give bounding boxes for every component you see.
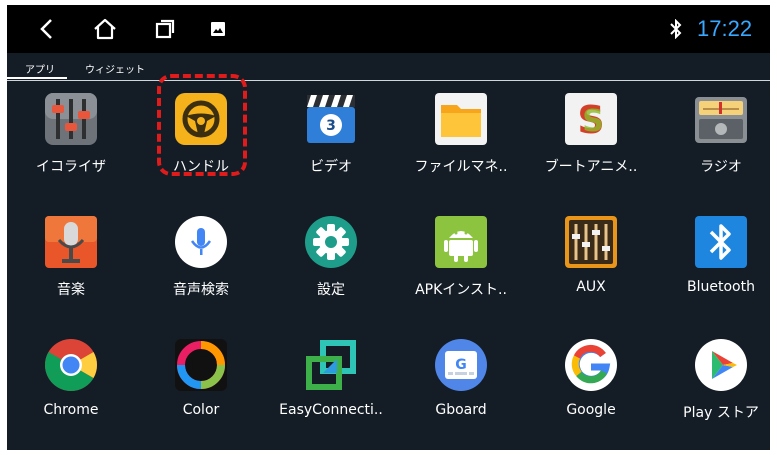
app-settings[interactable]: 設定 <box>267 214 395 314</box>
app-label: イコライザ <box>36 159 106 175</box>
color-wheel-icon <box>175 339 227 391</box>
app-label: Bluetooth <box>687 279 755 295</box>
app-play-store[interactable]: Play ストア <box>657 337 770 437</box>
gboard-icon: G <box>435 339 487 391</box>
chrome-icon <box>45 339 97 391</box>
status-bar: 17:22 <box>7 5 770 53</box>
play-store-icon <box>695 339 747 391</box>
app-equalizer[interactable]: イコライザ <box>7 91 135 191</box>
app-label: Color <box>182 402 220 418</box>
app-voice-search[interactable]: 音声検索 <box>137 214 265 314</box>
app-label: ラジオ <box>700 159 742 175</box>
app-label: ファイルマネ.. <box>414 159 508 175</box>
app-chrome[interactable]: Chrome <box>7 337 135 437</box>
app-label: AUX <box>576 279 606 295</box>
tab-widgets[interactable]: ウィジェット <box>85 61 145 76</box>
app-label: APKインスト.. <box>415 282 507 298</box>
tab-bar: アプリ ウィジェット <box>7 53 770 83</box>
app-radio[interactable]: ラジオ <box>657 91 770 191</box>
android-icon <box>435 216 487 268</box>
tab-selected-indicator <box>7 77 67 79</box>
home-button[interactable] <box>85 11 125 47</box>
app-label: Chrome <box>43 402 99 418</box>
app-bluetooth[interactable]: Bluetooth <box>657 214 770 314</box>
app-aux[interactable]: AUX <box>527 214 655 314</box>
highlight-annotation <box>157 74 247 176</box>
folder-icon <box>435 93 487 145</box>
app-color[interactable]: Color <box>137 337 265 437</box>
home-screen: 17:22 アプリ ウィジェット イコライザ ハンドル 3 ビデオ ファイルマネ… <box>7 5 770 450</box>
app-easyconnection[interactable]: EasyConnecti.. <box>267 337 395 437</box>
app-label: ビデオ <box>310 159 352 175</box>
app-music[interactable]: 音楽 <box>7 214 135 314</box>
app-file-manager[interactable]: ファイルマネ.. <box>397 91 525 191</box>
gallery-button[interactable] <box>203 11 233 47</box>
svg-text:S: S <box>582 104 604 139</box>
app-label: EasyConnecti.. <box>279 402 383 418</box>
gallery-icon <box>211 22 225 36</box>
app-google[interactable]: Google <box>527 337 655 437</box>
back-button[interactable] <box>29 11 65 47</box>
app-label: 設定 <box>317 282 345 298</box>
app-label: 音楽 <box>57 282 85 298</box>
bluetooth-icon <box>695 216 747 268</box>
bluetooth-status-icon <box>669 18 683 43</box>
app-video[interactable]: 3 ビデオ <box>267 91 395 191</box>
app-label: Gboard <box>435 402 487 418</box>
voice-search-icon <box>175 216 227 268</box>
google-icon <box>565 339 617 391</box>
app-label: ブートアニメ.. <box>544 159 638 175</box>
tab-apps[interactable]: アプリ <box>25 61 55 76</box>
equalizer-icon <box>45 93 97 145</box>
gear-icon <box>305 216 357 268</box>
app-label: 音声検索 <box>173 282 229 298</box>
easyconnection-icon <box>306 340 356 390</box>
back-icon <box>40 19 52 39</box>
tab-divider <box>7 80 770 81</box>
app-label: Google <box>566 402 616 418</box>
app-gboard[interactable]: G Gboard <box>397 337 525 437</box>
aux-icon <box>565 216 617 268</box>
recent-apps-icon <box>155 19 175 39</box>
app-boot-animation[interactable]: S S ブートアニメ.. <box>527 91 655 191</box>
app-apk-installer[interactable]: APKインスト.. <box>397 214 525 314</box>
home-icon <box>94 18 116 40</box>
boot-animation-icon: S S <box>565 93 617 145</box>
app-label: Play ストア <box>683 405 759 421</box>
recent-apps-button[interactable] <box>147 11 183 47</box>
microphone-icon <box>45 216 97 268</box>
svg-text:G: G <box>455 357 467 373</box>
video-icon: 3 <box>307 95 355 143</box>
svg-text:3: 3 <box>326 118 336 134</box>
radio-icon <box>695 97 747 143</box>
clock: 17:22 <box>697 16 753 41</box>
